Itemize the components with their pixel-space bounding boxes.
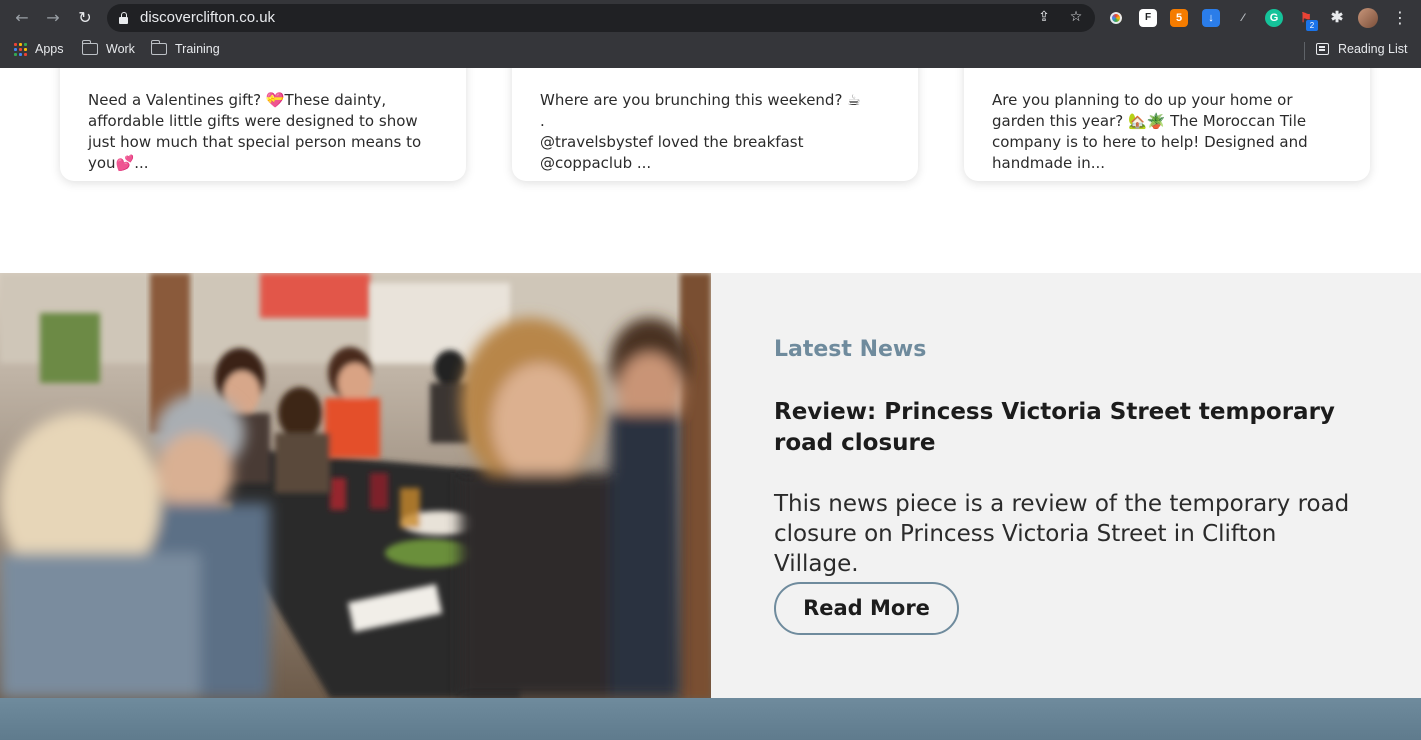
- browser-chrome: ← → ↻ discoverclifton.co.uk ⇪ ☆ F 5 ↓ ⁄ …: [0, 0, 1421, 68]
- social-card-text: Are you planning to do up your home or g…: [992, 91, 1308, 172]
- font-extension-icon[interactable]: F: [1139, 9, 1157, 27]
- lock-icon[interactable]: [119, 12, 128, 24]
- bookmark-training[interactable]: Training: [150, 40, 220, 56]
- social-card[interactable]: Where are you brunching this weekend? ☕ …: [512, 68, 918, 181]
- social-card[interactable]: Need a Valentines gift? 💝These dainty, a…: [60, 68, 466, 181]
- share-icon[interactable]: ⇪: [1035, 9, 1053, 25]
- bookmarks-divider: [1304, 42, 1305, 60]
- dining-photo: [0, 273, 711, 698]
- bookmarks-bar: Apps Work Training Reading List: [0, 36, 1421, 67]
- bookmark-apps[interactable]: Apps: [14, 42, 64, 56]
- download-extension-icon[interactable]: ↓: [1202, 9, 1220, 27]
- social-card-text: Need a Valentines gift? 💝These dainty, a…: [88, 91, 422, 172]
- forward-arrow-icon[interactable]: →: [43, 8, 63, 28]
- reading-list-button[interactable]: Reading List: [1316, 42, 1408, 56]
- footer-band: [0, 698, 1421, 740]
- bookmark-label: Training: [175, 42, 220, 56]
- reading-list-icon: [1316, 43, 1329, 55]
- news-title[interactable]: Review: Princess Victoria Street tempora…: [774, 397, 1354, 459]
- bookmark-star-icon[interactable]: ☆: [1067, 9, 1085, 25]
- bookmark-work[interactable]: Work: [81, 40, 135, 56]
- pen-extension-icon[interactable]: ⁄: [1234, 9, 1252, 27]
- latest-news-section: Latest News Review: Princess Victoria St…: [711, 273, 1421, 698]
- kebab-menu-icon[interactable]: ⋮: [1392, 8, 1408, 28]
- bookmark-label: Apps: [35, 42, 64, 56]
- color-picker-extension-icon[interactable]: [1107, 9, 1125, 27]
- social-card[interactable]: Are you planning to do up your home or g…: [964, 68, 1370, 181]
- social-card-text: Where are you brunching this weekend? ☕ …: [540, 91, 861, 172]
- dining-photo-illustration: [0, 273, 711, 698]
- section-label: Latest News: [774, 337, 927, 362]
- browser-toolbar: ← → ↻ discoverclifton.co.uk ⇪ ☆ F 5 ↓ ⁄ …: [0, 0, 1421, 36]
- url-text[interactable]: discoverclifton.co.uk: [140, 9, 275, 26]
- grammarly-extension-icon[interactable]: G: [1265, 9, 1283, 27]
- extension-badge: 2: [1306, 20, 1318, 31]
- back-arrow-icon[interactable]: ←: [12, 8, 32, 28]
- profile-avatar[interactable]: [1358, 8, 1378, 28]
- news-summary: This news piece is a review of the tempo…: [774, 491, 1350, 577]
- read-more-button[interactable]: Read More: [774, 582, 959, 635]
- web-page: Need a Valentines gift? 💝These dainty, a…: [0, 68, 1421, 740]
- bookmark-label: Work: [106, 42, 135, 56]
- reload-icon[interactable]: ↻: [75, 8, 95, 28]
- address-bar[interactable]: discoverclifton.co.uk ⇪ ☆: [107, 4, 1095, 32]
- reading-list-label: Reading List: [1338, 42, 1408, 56]
- extensions-puzzle-icon[interactable]: ✱: [1328, 9, 1346, 27]
- folder-icon: [150, 40, 167, 55]
- folder-icon: [81, 40, 98, 55]
- apps-grid-icon: [14, 42, 27, 56]
- html-extension-icon[interactable]: 5: [1170, 9, 1188, 27]
